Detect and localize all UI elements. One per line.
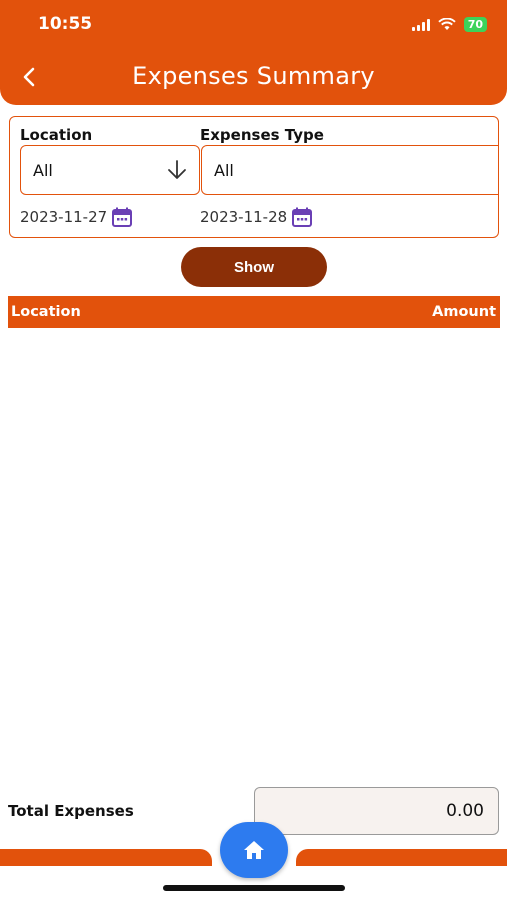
signal-icon	[411, 18, 430, 31]
bottom-nav-bar-right	[296, 849, 507, 866]
expenses-type-dropdown-value: All	[214, 161, 234, 180]
location-dropdown[interactable]: All	[20, 145, 200, 195]
wifi-icon	[437, 18, 456, 30]
date-from-value: 2023-11-27	[20, 208, 108, 226]
date-from-picker[interactable]: 2023-11-27	[20, 206, 133, 228]
date-to-value: 2023-11-28	[200, 208, 288, 226]
table-header: Location Amount	[8, 296, 500, 328]
home-indicator	[163, 885, 345, 891]
home-icon	[244, 841, 264, 859]
show-button[interactable]: Show	[181, 247, 327, 287]
app-header: 10:55 70 Expenses Summary	[0, 0, 507, 105]
battery-icon: 70	[463, 17, 487, 32]
date-to-picker[interactable]: 2023-11-28	[200, 206, 313, 228]
page-title: Expenses Summary	[132, 62, 375, 90]
total-expenses-value: 0.00	[446, 801, 484, 821]
home-button[interactable]	[220, 822, 288, 878]
status-time: 10:55	[38, 14, 93, 34]
bottom-nav-bar-left	[0, 849, 212, 866]
calendar-icon	[112, 207, 133, 227]
calendar-icon	[292, 207, 313, 227]
column-location: Location	[11, 304, 81, 320]
chevron-down-icon	[168, 160, 186, 179]
total-expenses-field: 0.00	[254, 787, 499, 835]
location-label: Location	[20, 126, 93, 144]
expenses-type-dropdown[interactable]: All	[201, 145, 498, 195]
status-icons: 70	[411, 17, 487, 32]
filter-card: Location Expenses Type All All 2023-11-2…	[9, 116, 499, 238]
total-expenses-label: Total Expenses	[8, 802, 134, 820]
column-amount: Amount	[432, 304, 496, 320]
expenses-type-label: Expenses Type	[200, 126, 324, 144]
location-dropdown-value: All	[33, 161, 53, 180]
